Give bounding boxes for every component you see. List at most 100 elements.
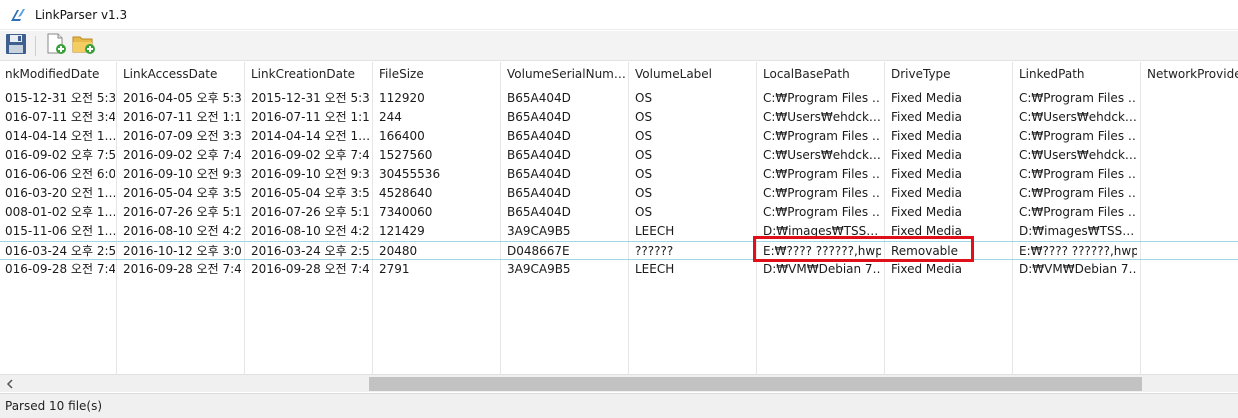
table-cell: C:₩Program Files … bbox=[1019, 91, 1137, 105]
table-cell: B65A404D bbox=[507, 91, 571, 105]
table-row[interactable]: 016-07-11 오전 3:43 2016-07-11 오전 1:10 2016-… bbox=[0, 108, 1238, 127]
table-cell: Fixed Media bbox=[891, 262, 962, 276]
table-cell: 016-06-06 오전 6:04 bbox=[5, 167, 115, 181]
table-cell: B65A404D bbox=[507, 129, 571, 143]
column-header[interactable]: LinkedPath bbox=[1019, 65, 1137, 84]
table-cell: C:₩Program Files … bbox=[763, 167, 881, 181]
table-cell: 015-12-31 오전 5:35 bbox=[5, 91, 115, 105]
table-cell: B65A404D bbox=[507, 110, 571, 124]
table-row[interactable]: 016-09-02 오후 7:50 2016-09-02 오후 7:49 2016-… bbox=[0, 146, 1238, 165]
table-cell: C:₩Program Files … bbox=[763, 205, 881, 219]
table-cell: 008-01-02 오후 1… bbox=[5, 205, 115, 219]
table-cell: B65A404D bbox=[507, 148, 571, 162]
title-bar: LinkParser v1.3 bbox=[0, 0, 1238, 30]
table-cell bbox=[1147, 165, 1238, 184]
table-row[interactable]: 016-06-06 오전 6:04 2016-09-10 오전 9:36 2016-… bbox=[0, 165, 1238, 184]
toolbar-separator bbox=[35, 35, 36, 56]
table-cell: C:₩Program Files … bbox=[763, 129, 881, 143]
table-cell: LEECH bbox=[635, 224, 675, 238]
table-cell: 016-03-20 오전 1… bbox=[5, 186, 115, 200]
table-cell: LEECH bbox=[635, 262, 675, 276]
scrollbar-thumb[interactable] bbox=[369, 377, 1142, 391]
column-header[interactable]: nkModifiedDate bbox=[5, 65, 115, 84]
table-cell: 2016-07-26 오후 5:18 bbox=[123, 205, 241, 219]
table-cell: 2016-03-24 오후 2:54 bbox=[251, 244, 369, 258]
table-cell: 112920 bbox=[379, 91, 425, 105]
table-cell bbox=[1147, 184, 1238, 203]
table-row[interactable]: 016-03-20 오전 1… 2016-05-04 오후 3:54 2016-05… bbox=[0, 184, 1238, 203]
column-header[interactable]: FileSize bbox=[379, 65, 497, 84]
table-cell: Fixed Media bbox=[891, 129, 962, 143]
table-cell: C:₩Users₩ehdck… bbox=[1019, 148, 1137, 162]
column-header[interactable]: LinkAccessDate bbox=[123, 65, 241, 84]
table-cell: D:₩images₩TSS… bbox=[1019, 224, 1135, 238]
table-cell: B65A404D bbox=[507, 205, 571, 219]
table-cell bbox=[1147, 127, 1238, 146]
table-cell: C:₩Program Files … bbox=[763, 186, 881, 200]
table-cell: 2016-05-04 오후 3:54 bbox=[123, 186, 241, 200]
status-text: Parsed 10 file(s) bbox=[5, 399, 103, 413]
table-cell: 4528640 bbox=[379, 186, 433, 200]
save-button[interactable] bbox=[4, 34, 28, 58]
column-header[interactable]: DriveType bbox=[891, 65, 1009, 84]
table-row[interactable]: 016-03-24 오후 2:53 2016-10-12 오후 3:00 2016-… bbox=[0, 241, 1238, 260]
table-cell: 2791 bbox=[379, 262, 410, 276]
status-bar: Parsed 10 file(s) bbox=[0, 393, 1238, 418]
table-cell: C:₩Program Files … bbox=[1019, 205, 1137, 219]
table-row[interactable]: 015-11-06 오전 1… 2016-08-10 오전 4:21 2016-08… bbox=[0, 222, 1238, 241]
table-cell bbox=[1147, 203, 1238, 222]
table-cell: 7340060 bbox=[379, 205, 433, 219]
table-cell: OS bbox=[635, 167, 653, 181]
table-cell: Fixed Media bbox=[891, 91, 962, 105]
table-cell: Fixed Media bbox=[891, 167, 962, 181]
table-cell: 2016-08-10 오전 4:21 bbox=[123, 224, 241, 238]
table-cell: 2016-09-10 오전 9:36 bbox=[123, 167, 241, 181]
column-header[interactable]: LocalBasePath bbox=[763, 65, 881, 84]
table-row[interactable]: 016-09-28 오전 7:40 2016-09-28 오전 7:40 2016-… bbox=[0, 260, 1238, 279]
annotation-highlight-box bbox=[753, 236, 974, 262]
column-header[interactable]: NetworkProvider bbox=[1147, 65, 1238, 84]
table-row[interactable]: 008-01-02 오후 1… 2016-07-26 오후 5:18 2016-07… bbox=[0, 203, 1238, 222]
table-cell: 016-03-24 오후 2:53 bbox=[5, 244, 115, 258]
table-cell: C:₩Program Files … bbox=[1019, 186, 1137, 200]
table-cell: 014-04-14 오전 1… bbox=[5, 129, 115, 143]
table-cell: 2016-08-10 오전 4:21 bbox=[251, 224, 369, 238]
table-cell: B65A404D bbox=[507, 167, 571, 181]
table-cell: E:₩???? ??????,hwp bbox=[1019, 244, 1137, 258]
table-cell: OS bbox=[635, 91, 653, 105]
horizontal-scrollbar[interactable] bbox=[0, 374, 1238, 392]
table-cell: C:₩Program Files … bbox=[1019, 129, 1137, 143]
table-cell: 016-09-28 오전 7:40 bbox=[5, 262, 115, 276]
table-cell: 2014-04-14 오전 1… bbox=[251, 129, 369, 143]
table-cell: Fixed Media bbox=[891, 148, 962, 162]
table-cell: 166400 bbox=[379, 129, 425, 143]
table-cell: 2016-09-28 오전 7:40 bbox=[251, 262, 369, 276]
table-cell: 2016-05-04 오후 3:54 bbox=[251, 186, 369, 200]
table-cell: 2016-09-02 오후 7:49 bbox=[123, 148, 241, 162]
results-grid[interactable]: nkModifiedDate LinkAccessDate LinkCreati… bbox=[0, 62, 1238, 376]
toolbar bbox=[0, 31, 1238, 61]
table-cell: OS bbox=[635, 110, 653, 124]
table-cell: Fixed Media bbox=[891, 205, 962, 219]
add-folder-button[interactable] bbox=[72, 34, 96, 58]
save-icon bbox=[5, 33, 27, 58]
column-header[interactable]: LinkCreationDate bbox=[251, 65, 369, 84]
table-cell: 016-09-02 오후 7:50 bbox=[5, 148, 115, 162]
table-cell: OS bbox=[635, 148, 653, 162]
scroll-left-arrow-icon[interactable] bbox=[4, 377, 16, 391]
column-header[interactable]: VolumeSerialNum… bbox=[507, 65, 625, 84]
app-logo-icon bbox=[9, 6, 29, 24]
add-file-button[interactable] bbox=[44, 33, 68, 58]
table-cell: 2016-07-11 오전 1:10 bbox=[123, 110, 241, 124]
table-cell: 2016-09-02 오후 7:49 bbox=[251, 148, 369, 162]
column-header[interactable]: VolumeLabel bbox=[635, 65, 753, 84]
table-cell: C:₩Users₩ehdck… bbox=[1019, 110, 1137, 124]
table-row[interactable]: 015-12-31 오전 5:35 2016-04-05 오후 5:33 2015-… bbox=[0, 89, 1238, 108]
table-cell bbox=[1147, 108, 1238, 127]
table-cell: 2016-07-11 오전 1:10 bbox=[251, 110, 369, 124]
table-cell: ?????? bbox=[635, 244, 674, 258]
table-cell: Fixed Media bbox=[891, 186, 962, 200]
table-row[interactable]: 014-04-14 오전 1… 2016-07-09 오전 3:38 2014-04… bbox=[0, 127, 1238, 146]
table-cell: 244 bbox=[379, 110, 402, 124]
table-cell: 3A9CA9B5 bbox=[507, 224, 571, 238]
